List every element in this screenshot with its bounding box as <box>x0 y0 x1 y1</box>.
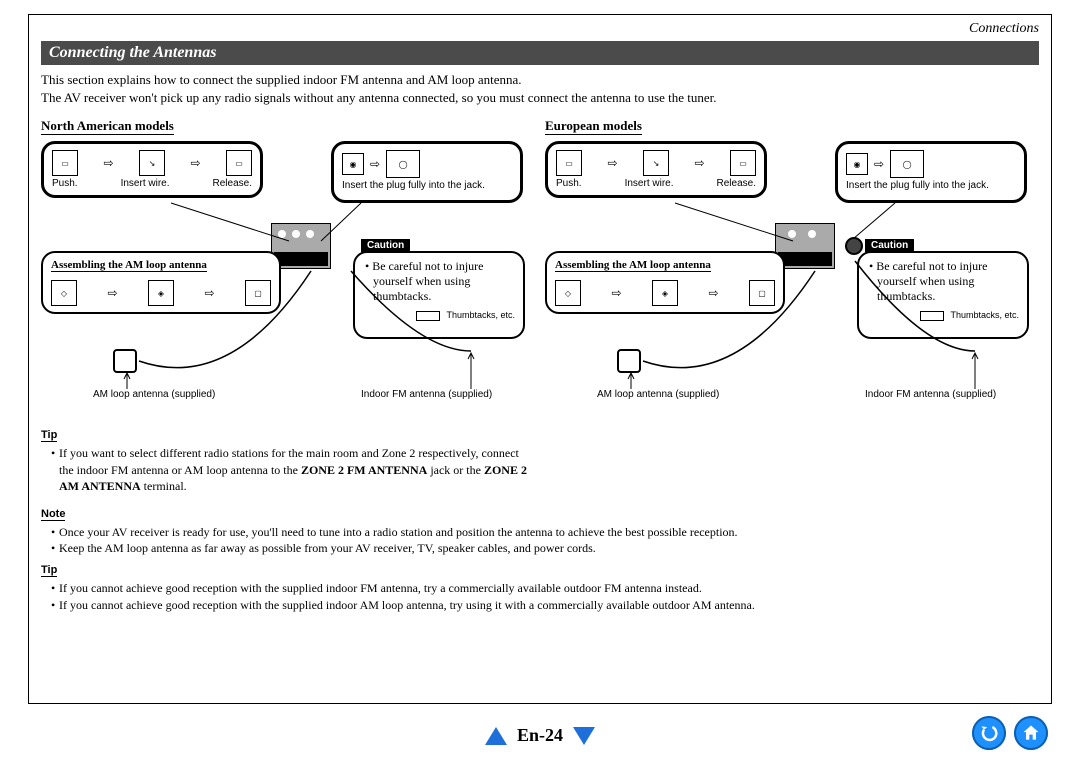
thumbtack-label: Thumbtacks, etc. <box>950 310 1019 320</box>
na-column: North American models ▭ ⇨ ↘ ⇨ ▭ Push. In… <box>41 117 535 407</box>
section-title: Connecting the Antennas <box>41 41 1039 65</box>
push-label: Push. <box>52 178 78 189</box>
intro-text: This section explains how to connect the… <box>41 71 1039 107</box>
am-step2-icon: ◈ <box>652 280 678 306</box>
push-label: Push. <box>556 178 582 189</box>
eu-fm-plug-callout: ◉ ⇨ ◯ Insert the plug fully into the jac… <box>835 141 1027 203</box>
na-assembling-callout: Assembling the AM loop antenna ◇ ⇨ ◈ ⇨ ▢ <box>41 251 281 314</box>
na-caution-callout: • Be careful not to injure yourself when… <box>353 251 525 339</box>
am-step3-icon: ▢ <box>749 280 775 306</box>
thumbtack-icon <box>416 311 440 321</box>
arrow-icon: ⇨ <box>190 156 200 170</box>
na-heading: North American models <box>41 118 174 135</box>
fm-instruction: Insert the plug fully into the jack. <box>342 180 512 191</box>
assembling-title: Assembling the AM loop antenna <box>51 259 207 272</box>
eu-heading: European models <box>545 118 642 135</box>
note-block: Note Once your AV receiver is ready for … <box>41 504 1039 556</box>
model-columns: North American models ▭ ⇨ ↘ ⇨ ▭ Push. In… <box>41 117 1039 407</box>
am-step1-icon: ◇ <box>555 280 581 306</box>
note-item: Keep the AM loop antenna as far away as … <box>51 540 1039 556</box>
tip2-item: If you cannot achieve good reception wit… <box>51 580 1039 596</box>
am-caption: AM loop antenna (supplied) <box>93 389 215 400</box>
chapter-label: Connections <box>41 21 1039 37</box>
eu-caution-callout: • Be careful not to injure yourself when… <box>857 251 1029 339</box>
tip2-label: Tip <box>41 564 57 577</box>
tip1-label: Tip <box>41 429 57 442</box>
jack-icon: ◯ <box>386 150 420 178</box>
note-item: Once your AV receiver is ready for use, … <box>51 524 1039 540</box>
release-label: Release. <box>717 178 756 189</box>
eu-diagram-area: ▭ ⇨ ↘ ⇨ ▭ Push. Insert wire. Release. ◉ <box>545 141 1039 401</box>
arrow-icon: ⇨ <box>204 286 214 300</box>
home-button[interactable] <box>1014 716 1048 750</box>
intro-line-2: The AV receiver won't pick up any radio … <box>41 89 1039 107</box>
am-step1-icon: ◇ <box>51 280 77 306</box>
tip2-block: Tip If you cannot achieve good reception… <box>41 560 1039 612</box>
na-fm-plug-callout: ◉ ⇨ ◯ Insert the plug fully into the jac… <box>331 141 523 203</box>
arrow-icon: ⇨ <box>370 157 380 171</box>
release-icon: ▭ <box>730 150 756 176</box>
am-loop-antenna-icon <box>113 349 137 373</box>
arrow-icon: ⇨ <box>107 286 117 300</box>
am-caption: AM loop antenna (supplied) <box>597 389 719 400</box>
na-diagram-area: ▭ ⇨ ↘ ⇨ ▭ Push. Insert wire. Release. <box>41 141 535 401</box>
am-step3-icon: ▢ <box>245 280 271 306</box>
arrow-icon: ⇨ <box>708 286 718 300</box>
arrow-icon: ⇨ <box>694 156 704 170</box>
eu-push-insert-release-callout: ▭ ⇨ ↘ ⇨ ▭ Push. Insert wire. Release. <box>545 141 767 198</box>
page-number: En-24 <box>517 725 563 746</box>
fm-instruction: Insert the plug fully into the jack. <box>846 180 1016 191</box>
eu-assembling-callout: Assembling the AM loop antenna ◇ ⇨ ◈ ⇨ ▢ <box>545 251 785 314</box>
arrow-icon: ⇨ <box>103 156 113 170</box>
arrow-icon: ⇨ <box>607 156 617 170</box>
thumbtack-icon <box>920 311 944 321</box>
na-push-insert-release-callout: ▭ ⇨ ↘ ⇨ ▭ Push. Insert wire. Release. <box>41 141 263 198</box>
page-frame: Connections Connecting the Antennas This… <box>28 14 1052 704</box>
thumbtack-label: Thumbtacks, etc. <box>446 310 515 320</box>
plug-icon: ◉ <box>846 153 868 175</box>
am-loop-antenna-icon <box>617 349 641 373</box>
assembling-title: Assembling the AM loop antenna <box>555 259 711 272</box>
note-label: Note <box>41 508 65 521</box>
caution-text: • Be careful not to injure yourself when… <box>363 259 515 304</box>
prev-page-button[interactable] <box>485 727 507 745</box>
arrow-icon: ⇨ <box>611 286 621 300</box>
push-icon: ▭ <box>52 150 78 176</box>
back-button[interactable] <box>972 716 1006 750</box>
intro-line-1: This section explains how to connect the… <box>41 71 1039 89</box>
plug-icon: ◉ <box>342 153 364 175</box>
caution-text: • Be careful not to injure yourself when… <box>867 259 1019 304</box>
tip1-block: Tip If you want to select different radi… <box>41 425 531 494</box>
fm-caption: Indoor FM antenna (supplied) <box>361 389 492 400</box>
insert-label: Insert wire. <box>625 178 674 189</box>
page-nav: En-24 <box>0 725 1080 746</box>
release-icon: ▭ <box>226 150 252 176</box>
corner-nav-icons <box>972 716 1048 750</box>
insert-icon: ↘ <box>139 150 165 176</box>
insert-icon: ↘ <box>643 150 669 176</box>
next-page-button[interactable] <box>573 727 595 745</box>
tip2-item: If you cannot achieve good reception wit… <box>51 597 1039 613</box>
push-icon: ▭ <box>556 150 582 176</box>
insert-label: Insert wire. <box>121 178 170 189</box>
am-step2-icon: ◈ <box>148 280 174 306</box>
fm-caption: Indoor FM antenna (supplied) <box>865 389 996 400</box>
coax-plug-icon <box>845 237 863 255</box>
tip1-item: If you want to select different radio st… <box>51 445 531 494</box>
eu-column: European models ▭ ⇨ ↘ ⇨ ▭ Push. Insert w… <box>545 117 1039 407</box>
arrow-icon: ⇨ <box>874 157 884 171</box>
jack-icon: ◯ <box>890 150 924 178</box>
release-label: Release. <box>213 178 252 189</box>
